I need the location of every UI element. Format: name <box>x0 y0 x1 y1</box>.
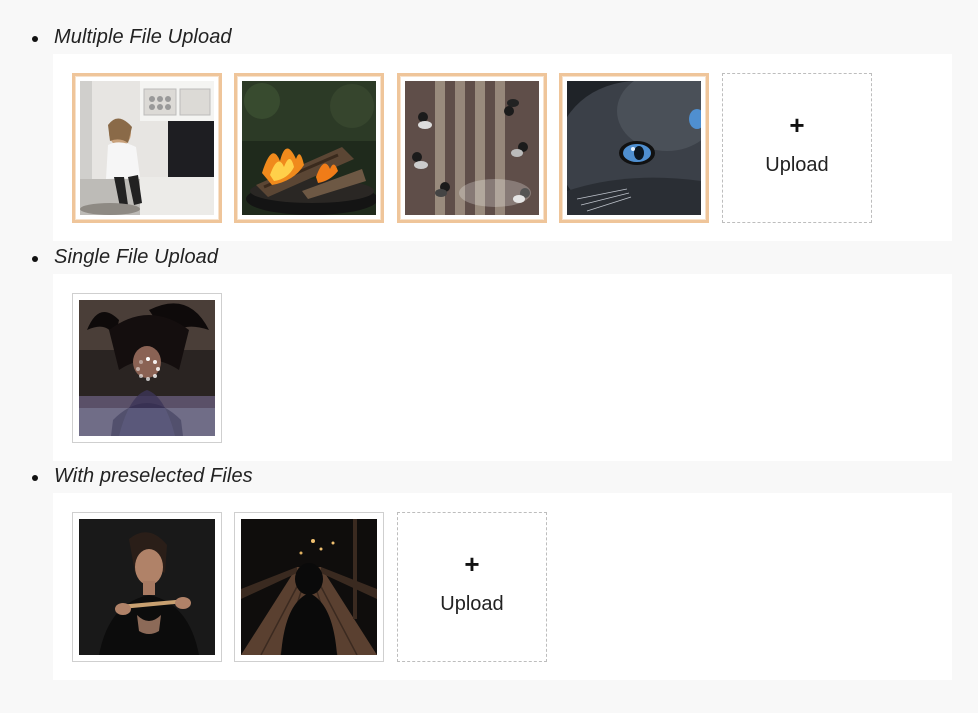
photo-campfire <box>242 81 376 215</box>
upload-panel: + Upload <box>53 54 952 241</box>
upload-panel <box>53 274 952 461</box>
photo-woman-portrait <box>79 519 215 655</box>
file-thumbnail[interactable] <box>72 73 222 223</box>
section-title: Single File Upload <box>54 246 219 268</box>
file-thumbnail[interactable] <box>234 512 384 662</box>
upload-button[interactable]: + Upload <box>397 512 547 662</box>
plus-icon: + <box>464 549 480 579</box>
section-title: With preselected Files <box>54 465 253 487</box>
file-thumbnail[interactable] <box>72 293 222 443</box>
plus-icon: + <box>789 110 805 140</box>
photo-crosswalk-aerial <box>405 81 539 215</box>
list-bullet <box>32 475 38 481</box>
upload-label: Upload <box>765 154 829 176</box>
list-bullet <box>32 36 38 42</box>
file-thumbnail[interactable] <box>397 73 547 223</box>
photo-cat-eye <box>567 81 701 215</box>
upload-label: Upload <box>440 593 504 615</box>
file-thumbnail[interactable] <box>559 73 709 223</box>
loading-spinner-icon <box>136 357 160 381</box>
photo-woman-sitting-kitchen <box>80 81 214 215</box>
section-title: Multiple File Upload <box>54 26 232 48</box>
file-thumbnail[interactable] <box>234 73 384 223</box>
upload-button[interactable]: + Upload <box>722 73 872 223</box>
list-bullet <box>32 256 38 262</box>
photo-person-on-pier <box>241 519 377 655</box>
file-thumbnail[interactable] <box>72 512 222 662</box>
upload-panel: + Upload <box>53 493 952 680</box>
